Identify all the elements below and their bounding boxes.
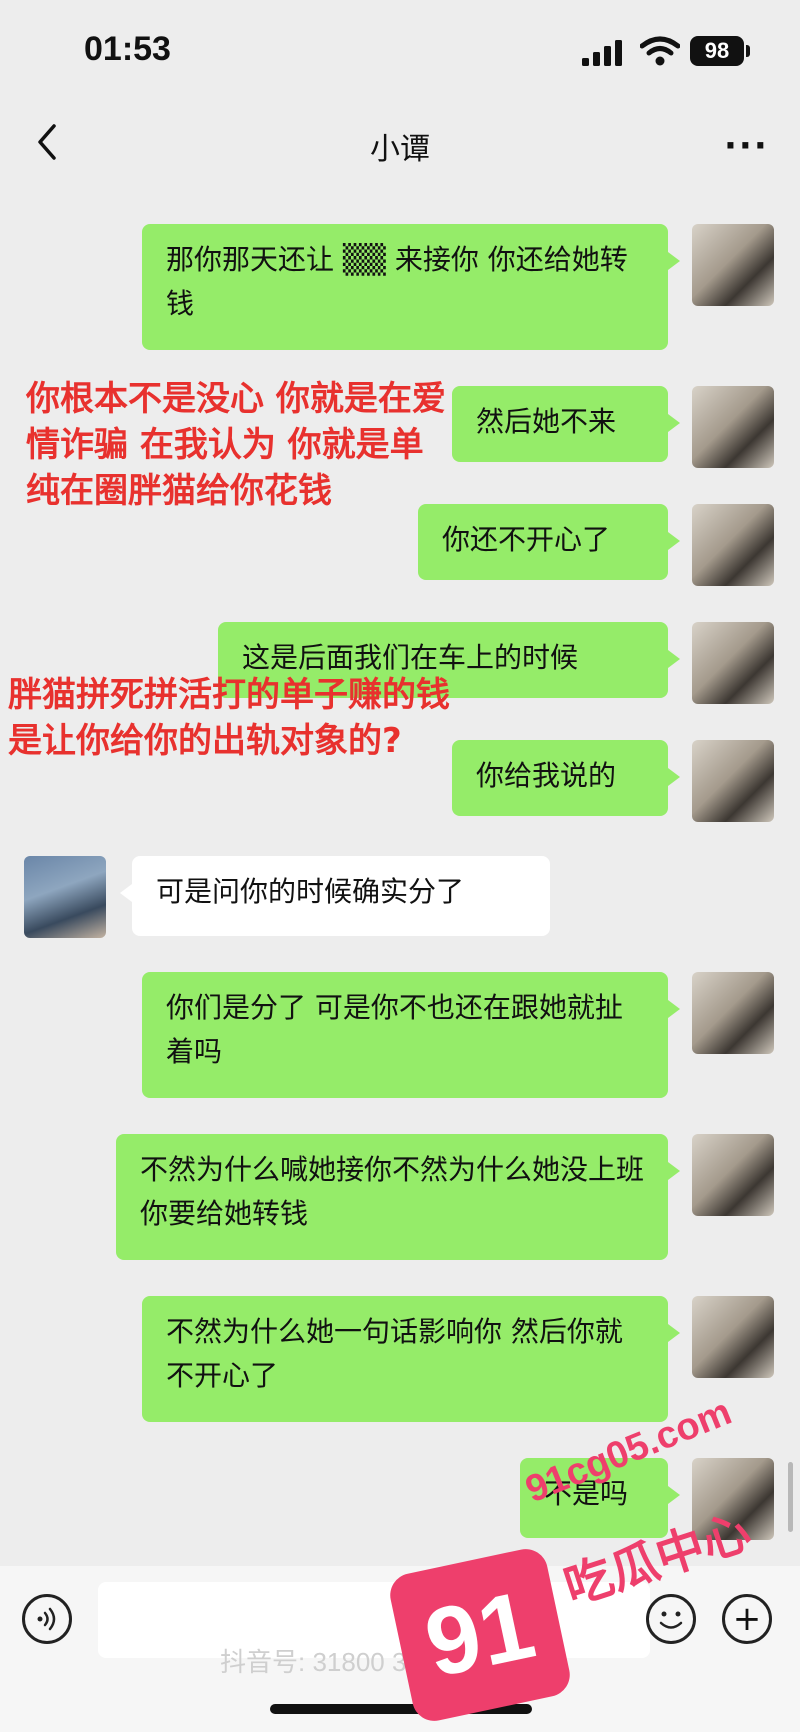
message-bubble-sent[interactable]: 你们是分了 可是你不也还在跟她就扯着吗 xyxy=(142,972,680,1098)
message-bubble-sent[interactable]: 不然为什么她一句话影响你 然后你就不开心了 xyxy=(142,1296,680,1422)
red-annotation: 你根本不是没心 你就是在爱情诈骗 在我认为 你就是单纯在圈胖猫给你花钱 xyxy=(26,379,446,511)
my-avatar[interactable] xyxy=(692,972,774,1054)
message-text: 你给我说的 xyxy=(476,759,617,792)
my-avatar[interactable] xyxy=(692,1134,774,1216)
message-bubble-sent[interactable]: 你还不开心了 xyxy=(418,504,680,580)
red-annotation: 胖猫拼死拼活打的单子赚的钱 是让你给你的出轨对象的? xyxy=(8,675,450,761)
status-time: 01:53 xyxy=(84,30,171,68)
my-avatar[interactable] xyxy=(692,224,774,306)
chat-title: 小谭 xyxy=(370,133,430,166)
message-text: 可是问你的时候确实分了 xyxy=(156,875,465,908)
message-text: 那你那天还让 ▒▒ 来接你 你还给她转钱 xyxy=(166,243,628,320)
message-text: 不然为什么她一句话影响你 然后你就不开心了 xyxy=(166,1315,623,1392)
signal-icon xyxy=(582,40,622,66)
emoji-button[interactable] xyxy=(646,1594,696,1644)
message-bubble-sent[interactable]: 那你那天还让 ▒▒ 来接你 你还给她转钱 xyxy=(142,224,680,350)
status-bar: 01:53 98 xyxy=(0,0,800,100)
scrollbar[interactable] xyxy=(788,1462,793,1532)
battery-indicator: 98 xyxy=(690,36,744,66)
message-text: 然后她不来 xyxy=(476,405,617,438)
message-bubble-sent[interactable]: 然后她不来 xyxy=(452,386,680,462)
voice-icon xyxy=(37,1607,56,1631)
message-text: 你们是分了 可是你不也还在跟她就扯着吗 xyxy=(166,991,623,1068)
message-bubble-received[interactable]: 可是问你的时候确实分了 xyxy=(120,856,550,936)
voice-input-button[interactable] xyxy=(22,1594,72,1644)
message-list[interactable]: 那你那天还让 ▒▒ 来接你 你还给她转钱 然后她不来 你还不开心了 这是后面我们… xyxy=(0,186,800,1566)
message-bubble-sent[interactable]: 你给我说的 xyxy=(452,740,680,816)
my-avatar[interactable] xyxy=(692,740,774,822)
my-avatar[interactable] xyxy=(692,622,774,704)
message-text: 这是后面我们在车上的时候 xyxy=(242,641,579,674)
my-avatar[interactable] xyxy=(692,386,774,468)
battery-tip xyxy=(746,45,750,57)
contact-avatar[interactable] xyxy=(24,856,106,938)
message-text: 不然为什么喊她接你不然为什么她没上班你要给她转钱 xyxy=(140,1153,645,1230)
more-functions-button[interactable]: + xyxy=(722,1594,772,1644)
my-avatar[interactable] xyxy=(692,504,774,586)
my-avatar[interactable] xyxy=(692,1296,774,1378)
emoji-icon xyxy=(659,1611,683,1629)
more-options-icon[interactable]: ··· xyxy=(724,126,769,166)
message-text: 你还不开心了 xyxy=(442,523,611,556)
chat-header: 小谭 ··· xyxy=(0,100,800,186)
wifi-icon xyxy=(640,36,680,66)
message-bubble-sent[interactable]: 不然为什么喊她接你不然为什么她没上班你要给她转钱 xyxy=(116,1134,680,1260)
